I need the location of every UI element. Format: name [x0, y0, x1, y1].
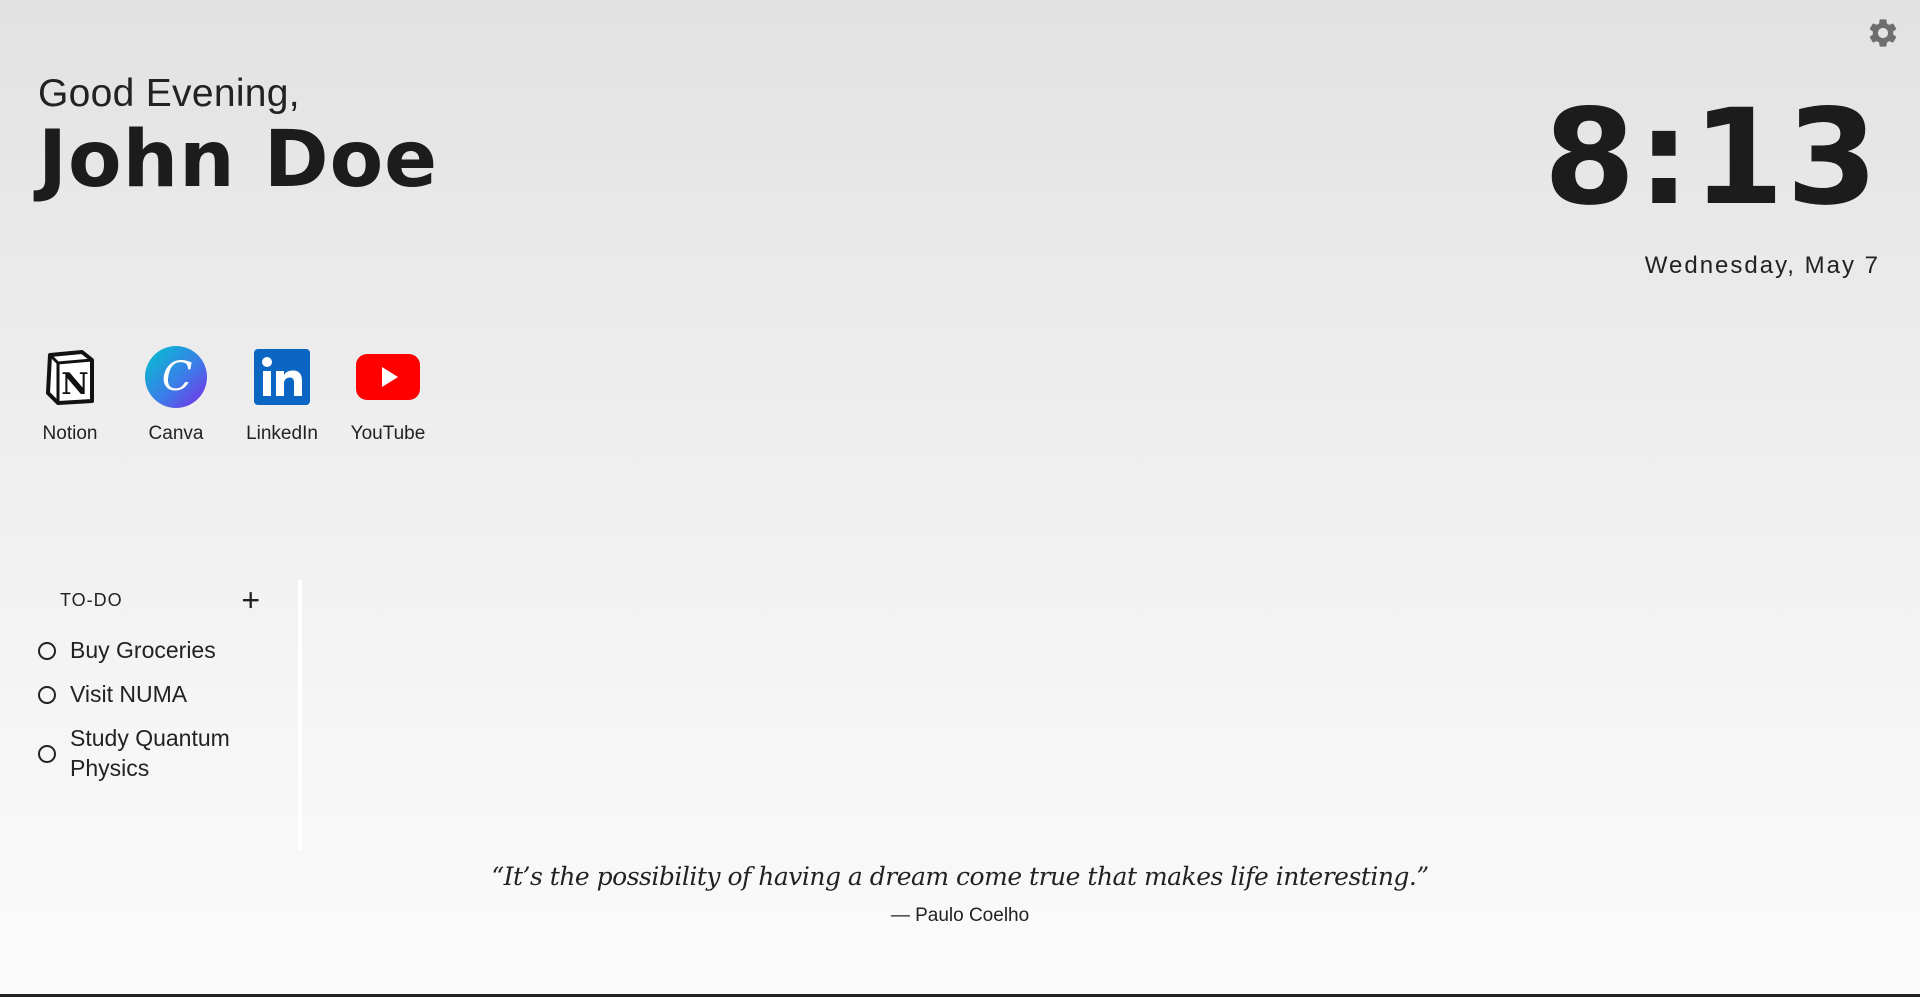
- shortcut-canva[interactable]: C Canva: [136, 345, 216, 445]
- quote: “It’s the possibility of having a dream …: [0, 862, 1920, 927]
- svg-text:N: N: [61, 367, 88, 402]
- todo-text[interactable]: Visit NUMA: [70, 680, 187, 710]
- canva-icon: C: [144, 345, 208, 409]
- todo-item: Visit NUMA: [38, 680, 298, 710]
- shortcut-label: Canva: [148, 423, 204, 444]
- add-todo-button[interactable]: +: [241, 584, 260, 616]
- settings-button[interactable]: [1866, 16, 1900, 50]
- shortcut-youtube[interactable]: YouTube: [348, 345, 428, 445]
- greeting-salutation: Good Evening,: [38, 72, 300, 115]
- shortcut-linkedin[interactable]: LinkedIn: [242, 345, 322, 445]
- todo-panel: TO-DO + Buy Groceries Visit NUMA Study Q…: [38, 580, 302, 850]
- shortcut-label: Notion: [42, 423, 98, 444]
- todo-checkbox[interactable]: [38, 685, 56, 704]
- quote-text: “It’s the possibility of having a dream …: [491, 862, 1429, 891]
- todo-checkbox[interactable]: [38, 641, 56, 660]
- todo-item: Study Quantum Physics: [38, 724, 298, 784]
- youtube-icon: [356, 345, 420, 409]
- user-name: John Doe: [38, 115, 439, 205]
- todo-header: TO-DO +: [38, 580, 298, 620]
- shortcuts-bar: N Notion C Canva LinkedIn YouTube: [30, 345, 428, 445]
- todo-list: Buy Groceries Visit NUMA Study Quantum P…: [38, 636, 298, 784]
- todo-text[interactable]: Buy Groceries: [70, 636, 216, 666]
- notion-icon: N: [38, 345, 102, 409]
- shortcut-label: YouTube: [350, 423, 426, 444]
- todo-item: Buy Groceries: [38, 636, 298, 666]
- clock-date: Wednesday, May 7: [1644, 252, 1880, 279]
- shortcut-notion[interactable]: N Notion: [30, 345, 110, 445]
- clock: 8:13 Wednesday, May 7: [1544, 92, 1880, 280]
- todo-checkbox[interactable]: [38, 744, 56, 763]
- todo-title: TO-DO: [60, 589, 123, 610]
- linkedin-icon: [250, 345, 314, 409]
- quote-author: — Paulo Coelho: [890, 905, 1030, 926]
- shortcut-label: LinkedIn: [246, 423, 318, 444]
- svg-text:C: C: [162, 354, 193, 400]
- greeting: Good Evening, John Doe: [38, 72, 438, 202]
- todo-text[interactable]: Study Quantum Physics: [70, 724, 270, 784]
- clock-time: 8:13: [1543, 81, 1880, 235]
- gear-icon: [1869, 19, 1897, 47]
